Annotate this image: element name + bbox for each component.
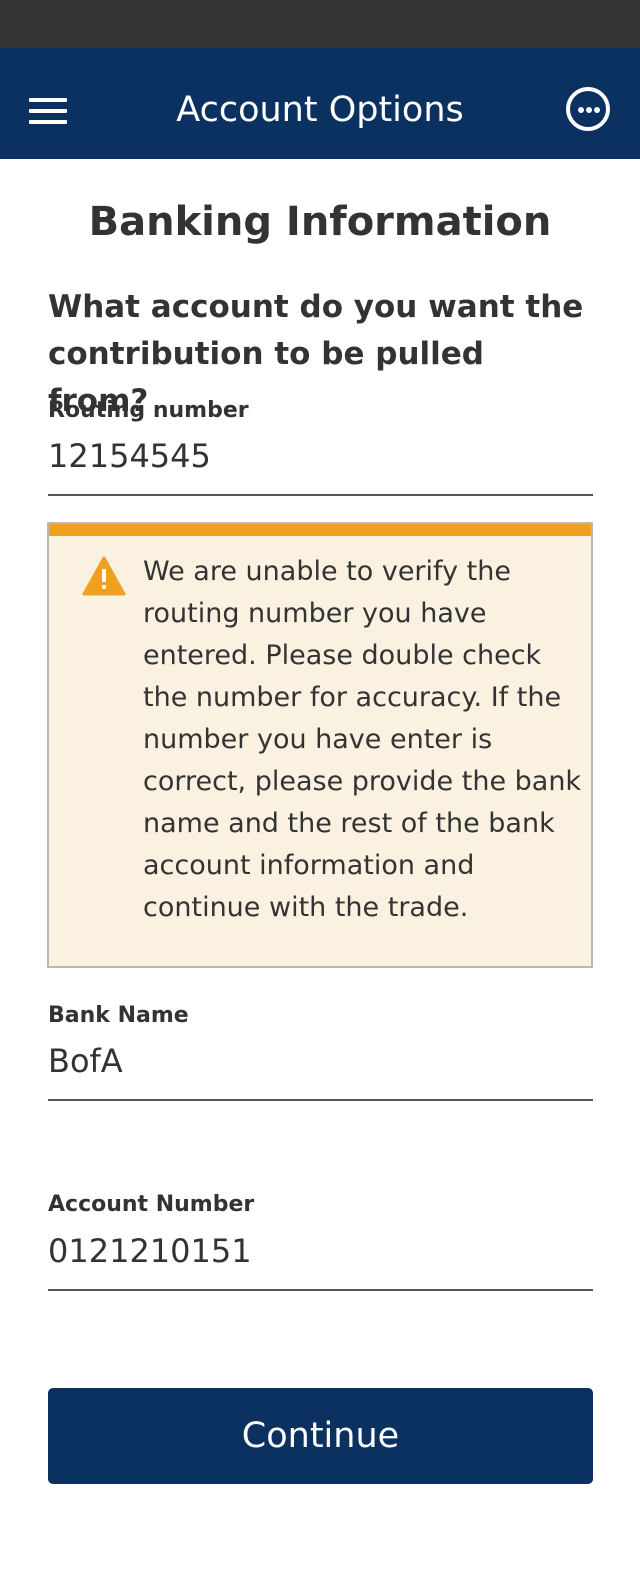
- routing-number-label: Routing number: [48, 398, 249, 423]
- routing-number-underline: [48, 494, 593, 496]
- account-number-underline: [48, 1289, 593, 1291]
- section-title: Banking Information: [88, 199, 552, 245]
- account-number-label: Account Number: [48, 1192, 255, 1217]
- hamburger-menu-icon[interactable]: [29, 98, 67, 124]
- status-bar: [0, 0, 640, 48]
- more-options-icon[interactable]: [566, 87, 610, 131]
- warning-message: We are unable to verify the routing numb…: [143, 556, 582, 923]
- page-title: Account Options: [176, 90, 464, 130]
- warning-triangle-icon: [82, 556, 126, 596]
- account-number-field[interactable]: 0121210151: [48, 1230, 593, 1272]
- warning-accent-bar: [49, 524, 591, 536]
- bank-name-label: Bank Name: [48, 1003, 189, 1028]
- routing-number-field[interactable]: 12154545: [48, 435, 593, 477]
- bank-name-underline: [48, 1099, 593, 1101]
- continue-button[interactable]: Continue: [48, 1388, 593, 1484]
- routing-warning-alert: We are unable to verify the routing numb…: [47, 522, 593, 968]
- bank-name-field[interactable]: BofA: [48, 1040, 593, 1082]
